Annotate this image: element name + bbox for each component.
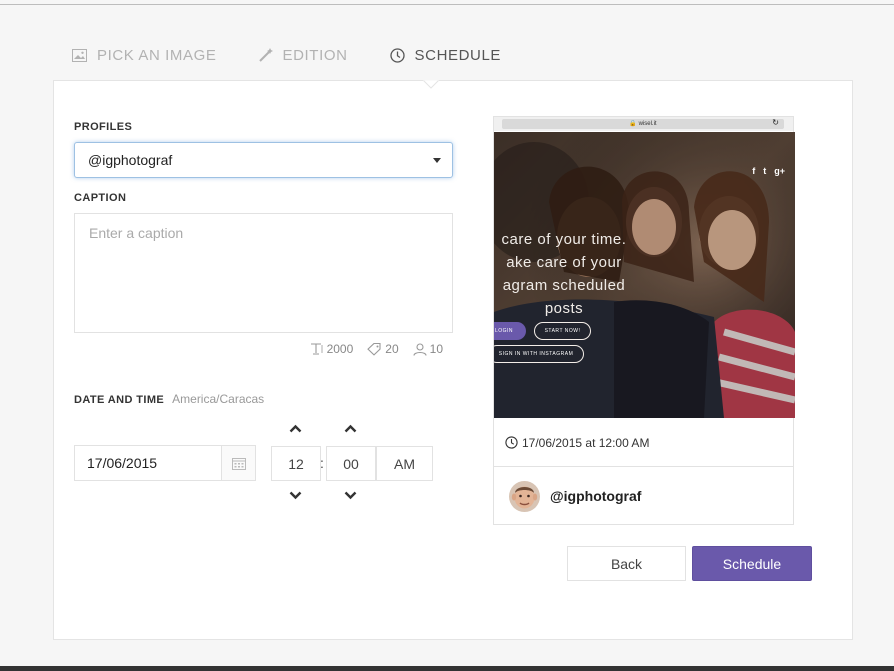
google-plus-icon: g+ (774, 166, 785, 176)
minute-increment-button[interactable] (343, 423, 357, 433)
tab-pick-an-image[interactable]: PICK AN IMAGE (72, 47, 217, 64)
image-icon (72, 48, 87, 62)
tab-edition[interactable]: EDITION (258, 46, 348, 64)
tab-label: SCHEDULE (414, 46, 502, 64)
text-size-icon (310, 343, 322, 355)
facebook-icon: f (752, 166, 756, 176)
profiles-label: PROFILES (74, 121, 133, 133)
hour-increment-button[interactable] (288, 423, 302, 433)
minute-input[interactable]: 00 (326, 446, 376, 481)
datetime-label: DATE AND TIME America/Caracas (74, 392, 265, 406)
active-tab-pointer (423, 74, 439, 89)
magic-wand-icon (258, 48, 273, 62)
profile-select[interactable]: @igphotograf (74, 142, 453, 178)
date-input[interactable] (75, 446, 221, 480)
timezone-label: America/Caracas (172, 392, 265, 406)
twitter-icon: t (763, 166, 767, 176)
preview-profile-name: @igphotograf (550, 488, 642, 504)
profile-select-value: @igphotograf (88, 152, 173, 168)
calendar-icon (231, 457, 246, 470)
browser-bar: 🔒 wisel.it ↻ (494, 117, 793, 131)
tag-icon (367, 342, 381, 356)
calendar-button[interactable] (221, 446, 255, 480)
preview-profile: @igphotograf (494, 467, 793, 525)
clock-icon (505, 436, 518, 449)
mention-counter: 10 (413, 342, 443, 356)
date-picker (74, 445, 256, 481)
avatar (509, 480, 540, 512)
chevron-down-icon (289, 491, 301, 499)
minute-decrement-button[interactable] (343, 490, 357, 500)
caption-label: CAPTION (74, 192, 127, 204)
hour-input[interactable]: 12 (271, 446, 321, 481)
preview-image: f t g+ care of your time. ake care of yo… (494, 132, 795, 418)
caret-down-icon (433, 158, 441, 163)
caption-textarea[interactable] (74, 213, 453, 333)
hashtag-counter: 20 (367, 342, 399, 356)
tab-label: EDITION (282, 46, 348, 64)
user-icon (413, 342, 427, 356)
caption-counters: 2000 20 10 (300, 342, 443, 356)
social-icons: f t g+ (752, 166, 785, 176)
reload-icon: ↻ (772, 118, 779, 127)
preview-login-button: LOGIN (494, 322, 526, 340)
clock-icon (389, 47, 405, 63)
window-top-border (0, 4, 894, 5)
meridiem-toggle[interactable]: AM (376, 446, 433, 481)
scheduled-time: 17/06/2015 at 12:00 AM (494, 419, 793, 467)
preview-signin-button: SIGN IN WITH INSTAGRAM (494, 345, 584, 363)
window-bottom-border (0, 666, 894, 671)
chevron-up-icon (344, 424, 356, 432)
tab-label: PICK AN IMAGE (97, 46, 217, 64)
chevron-up-icon (289, 424, 301, 432)
preview-start-button: START NOW! (534, 322, 591, 340)
tab-schedule[interactable]: SCHEDULE (389, 46, 502, 64)
browser-url: 🔒 wisel.it (502, 119, 784, 129)
hour-decrement-button[interactable] (288, 490, 302, 500)
hero-text: care of your time. ake care of your agra… (501, 231, 627, 317)
wizard-steps: PICK AN IMAGE EDITION SCHEDULE (72, 44, 543, 66)
back-button[interactable]: Back (567, 546, 686, 581)
schedule-button[interactable]: Schedule (692, 546, 812, 581)
time-separator: : (320, 455, 324, 471)
chevron-down-icon (344, 491, 356, 499)
post-preview: 🔒 wisel.it ↻ f t g+ care of your time. a… (493, 116, 795, 525)
character-counter: 2000 (310, 342, 353, 356)
